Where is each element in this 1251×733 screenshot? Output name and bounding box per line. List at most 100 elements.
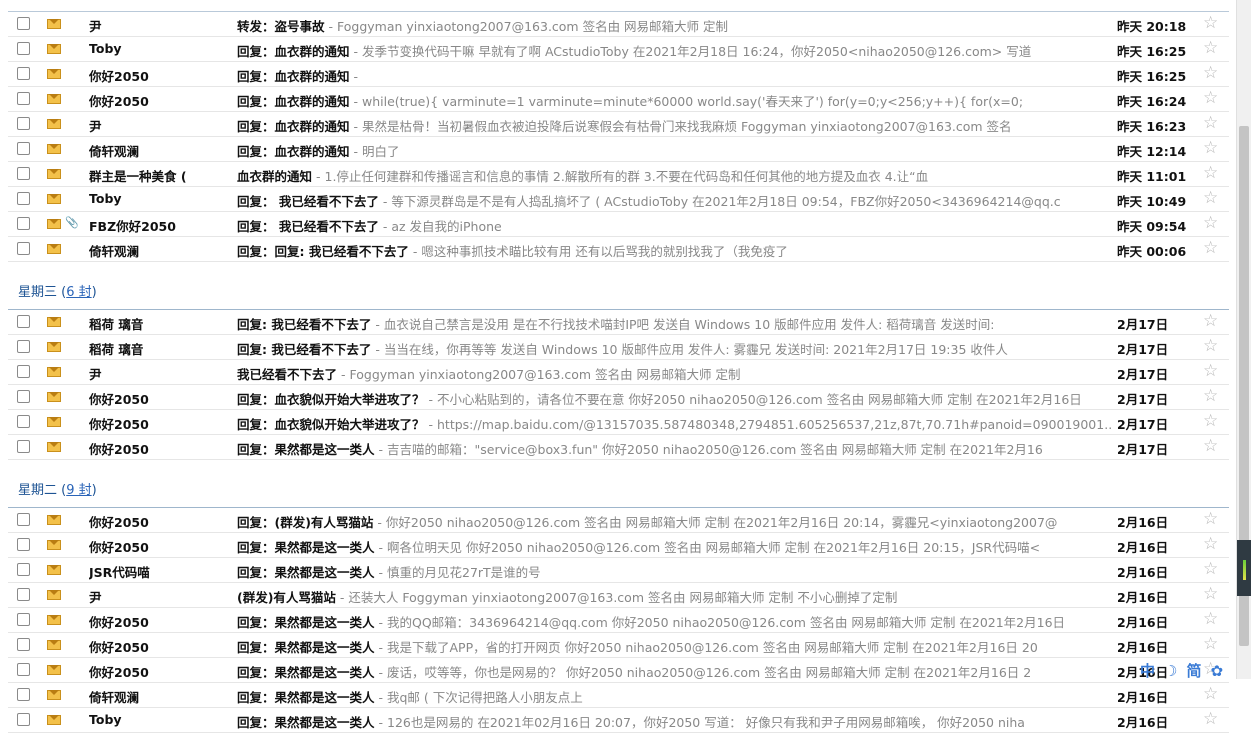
mail-row[interactable]: 你好2050 回复：血衣貌似开始大举进攻了？ - 不小心粘贴到的，请各位不要在意 …: [8, 385, 1229, 410]
star-icon[interactable]: ☆: [1203, 509, 1218, 529]
star-icon[interactable]: ☆: [1203, 113, 1218, 133]
star-icon[interactable]: ☆: [1203, 411, 1218, 431]
subject-line[interactable]: 我已经看不下去了 - Foggyman yinxiaotong2007@163.…: [237, 364, 1112, 383]
subject-line[interactable]: 回复：血衣群的通知 - 果然是枯骨！当初暑假血衣被迫投降后说寒假会有枯骨门来找我…: [237, 116, 1112, 135]
star-icon[interactable]: ☆: [1203, 709, 1218, 729]
mail-row[interactable]: 倚轩观澜 回复：果然都是这一类人 - 我q邮 ( 下次记得把路人小朋友点上 2月16…: [8, 683, 1229, 708]
star-icon[interactable]: ☆: [1203, 213, 1218, 233]
subject-line[interactable]: 回复： 我已经看不下去了 - 等下源灵群岛是不是有人捣乱搞坏了 ( ACstud…: [237, 191, 1112, 210]
select-checkbox[interactable]: [17, 415, 30, 428]
subject-line[interactable]: 回复：血衣群的通知 - 发季节变换代码干嘛 早就有了啊 ACstudioToby…: [237, 41, 1112, 60]
subject-line[interactable]: 转发：盗号事故 - Foggyman yinxiaotong2007@163.c…: [237, 16, 1112, 35]
select-checkbox[interactable]: [17, 613, 30, 626]
subject-line[interactable]: 回复： 我已经看不下去了 - az 发自我的iPhone: [237, 216, 1112, 235]
select-checkbox[interactable]: [17, 315, 30, 328]
mail-row[interactable]: 倚轩观澜 回复：回复: 我已经看不下去了 - 嗯这种事抓技术瞄比较有用 还有以后骂…: [8, 237, 1229, 262]
select-checkbox[interactable]: [17, 17, 30, 30]
mail-row[interactable]: JSR代码喵 回复：果然都是这一类人 - 慎重的月见花27rT是谁的号 2月16日 ☆: [8, 558, 1229, 583]
star-icon[interactable]: ☆: [1203, 63, 1218, 83]
select-checkbox[interactable]: [17, 167, 30, 180]
sender-name[interactable]: 你好2050: [89, 637, 234, 656]
subject-line[interactable]: (群发)有人骂猫站 - 还装大人 Foggyman yinxiaotong200…: [237, 587, 1112, 606]
star-icon[interactable]: ☆: [1203, 609, 1218, 629]
sender-name[interactable]: 倚轩观澜: [89, 687, 234, 706]
subject-line[interactable]: 回复：果然都是这一类人 - 啊各位明天见 你好2050 nihao2050@12…: [237, 537, 1112, 556]
select-checkbox[interactable]: [17, 117, 30, 130]
sender-name[interactable]: 你好2050: [89, 66, 234, 85]
mail-row[interactable]: 你好2050 回复：果然都是这一类人 - 吉吉喵的邮箱："service@box3…: [8, 435, 1229, 460]
star-icon[interactable]: ☆: [1203, 436, 1218, 456]
select-checkbox[interactable]: [17, 440, 30, 453]
select-checkbox[interactable]: [17, 390, 30, 403]
star-icon[interactable]: ☆: [1203, 38, 1218, 58]
sender-name[interactable]: 稻荷 璃音: [89, 314, 234, 333]
sender-name[interactable]: 你好2050: [89, 91, 234, 110]
star-icon[interactable]: ☆: [1203, 13, 1218, 33]
sender-name[interactable]: FBZ你好2050: [89, 216, 234, 235]
mail-row[interactable]: 稻荷 璃音 回复: 我已经看不下去了 - 血衣说自己禁言是没用 是在不行找技术喵封…: [8, 310, 1229, 335]
sender-name[interactable]: Toby: [89, 712, 234, 727]
star-icon[interactable]: ☆: [1203, 138, 1218, 158]
sender-name[interactable]: 尹: [89, 587, 234, 606]
star-icon[interactable]: ☆: [1203, 386, 1218, 406]
sender-name[interactable]: 你好2050: [89, 439, 234, 458]
select-checkbox[interactable]: [17, 688, 30, 701]
sender-name[interactable]: 稻荷 璃音: [89, 339, 234, 358]
subject-line[interactable]: 回复: 我已经看不下去了 - 当当在线，你再等等 发送自 Windows 10 …: [237, 339, 1112, 358]
sender-name[interactable]: 你好2050: [89, 414, 234, 433]
select-checkbox[interactable]: [17, 538, 30, 551]
subject-line[interactable]: 回复：回复: 我已经看不下去了 - 嗯这种事抓技术瞄比较有用 还有以后骂我的就别…: [237, 241, 1112, 260]
select-checkbox[interactable]: [17, 513, 30, 526]
ime-language[interactable]: 中: [1140, 662, 1155, 680]
mail-row[interactable]: 你好2050 回复：果然都是这一类人 - 我的QQ邮箱：3436964214@qq…: [8, 608, 1229, 633]
select-checkbox[interactable]: [17, 92, 30, 105]
subject-line[interactable]: 回复：果然都是这一类人 - 慎重的月见花27rT是谁的号: [237, 562, 1112, 581]
select-checkbox[interactable]: [17, 42, 30, 55]
sender-name[interactable]: 尹: [89, 16, 234, 35]
subject-line[interactable]: 回复：果然都是这一类人 - 废话，哎等等，你也是网易的？ 你好2050 niha…: [237, 662, 1112, 681]
star-icon[interactable]: ☆: [1203, 684, 1218, 704]
subject-line[interactable]: 回复：果然都是这一类人 - 126也是网易的 在2021年02月16日 20:0…: [237, 712, 1112, 731]
mail-row[interactable]: 你好2050 回复：血衣群的通知 - 昨天 16:25 ☆: [8, 62, 1229, 87]
mail-row[interactable]: 尹我已经看不下去了 - Foggyman yinxiaotong2007@163…: [8, 360, 1229, 385]
sender-name[interactable]: 你好2050: [89, 662, 234, 681]
subject-line[interactable]: 回复：果然都是这一类人 - 我q邮 ( 下次记得把路人小朋友点上: [237, 687, 1112, 706]
subject-line[interactable]: 回复：血衣貌似开始大举进攻了？ - 不小心粘贴到的，请各位不要在意 你好2050…: [237, 389, 1112, 408]
ime-status-bar[interactable]: 中 ☽ 简 ✿: [1140, 660, 1232, 680]
star-icon[interactable]: ☆: [1203, 238, 1218, 258]
mail-row[interactable]: Toby 回复：血衣群的通知 - 发季节变换代码干嘛 早就有了啊 ACstudio…: [8, 37, 1229, 62]
side-widget-tab[interactable]: [1237, 540, 1251, 596]
mail-row[interactable]: 尹转发：盗号事故 - Foggyman yinxiaotong2007@163.…: [8, 12, 1229, 37]
mail-row[interactable]: Toby 回复： 我已经看不下去了 - 等下源灵群岛是不是有人捣乱搞坏了 ( AC…: [8, 187, 1229, 212]
subject-line[interactable]: 回复：血衣群的通知 - 明白了: [237, 141, 1112, 160]
star-icon[interactable]: ☆: [1203, 634, 1218, 654]
mail-row[interactable]: 你好2050 回复：果然都是这一类人 - 啊各位明天见 你好2050 nihao2…: [8, 533, 1229, 558]
subject-line[interactable]: 回复：血衣貌似开始大举进攻了？ - https://map.baidu.com/…: [237, 414, 1112, 433]
select-checkbox[interactable]: [17, 588, 30, 601]
select-checkbox[interactable]: [17, 365, 30, 378]
sender-name[interactable]: 你好2050: [89, 612, 234, 631]
mail-row[interactable]: 你好2050 回复：(群发)有人骂猫站 - 你好2050 nihao2050@12…: [8, 508, 1229, 533]
sender-name[interactable]: 倚轩观澜: [89, 241, 234, 260]
sender-name[interactable]: Toby: [89, 41, 234, 56]
mail-row[interactable]: 群主是一种美食 (血衣群的通知 - 1.停止任何建群和传播谣言和信息的事情 2.…: [8, 162, 1229, 187]
select-checkbox[interactable]: [17, 563, 30, 576]
subject-line[interactable]: 回复：果然都是这一类人 - 我的QQ邮箱：3436964214@qq.com 你…: [237, 612, 1112, 631]
select-checkbox[interactable]: [17, 217, 30, 230]
sender-name[interactable]: 尹: [89, 116, 234, 135]
mail-row[interactable]: 倚轩观澜 回复：血衣群的通知 - 明白了 昨天 12:14 ☆: [8, 137, 1229, 162]
select-checkbox[interactable]: [17, 713, 30, 726]
ime-mode[interactable]: 简: [1186, 662, 1201, 680]
select-checkbox[interactable]: [17, 663, 30, 676]
mail-row[interactable]: 你好2050 回复：果然都是这一类人 - 我是下载了APP，省的打开网页 你好20…: [8, 633, 1229, 658]
star-icon[interactable]: ☆: [1203, 188, 1218, 208]
mail-row[interactable]: Toby 回复：果然都是这一类人 - 126也是网易的 在2021年02月16日 …: [8, 708, 1229, 733]
star-icon[interactable]: ☆: [1203, 163, 1218, 183]
group-count-link[interactable]: 9 封: [66, 483, 91, 498]
star-icon[interactable]: ☆: [1203, 336, 1218, 356]
mail-row[interactable]: 你好2050 回复：血衣貌似开始大举进攻了？ - https://map.baid…: [8, 410, 1229, 435]
sender-name[interactable]: JSR代码喵: [89, 562, 234, 581]
sender-name[interactable]: 你好2050: [89, 389, 234, 408]
mail-row[interactable]: 尹 (群发)有人骂猫站 - 还装大人 Foggyman yinxiaotong20…: [8, 583, 1229, 608]
subject-line[interactable]: 回复: 我已经看不下去了 - 血衣说自己禁言是没用 是在不行找技术喵封IP吧 发…: [237, 314, 1112, 333]
